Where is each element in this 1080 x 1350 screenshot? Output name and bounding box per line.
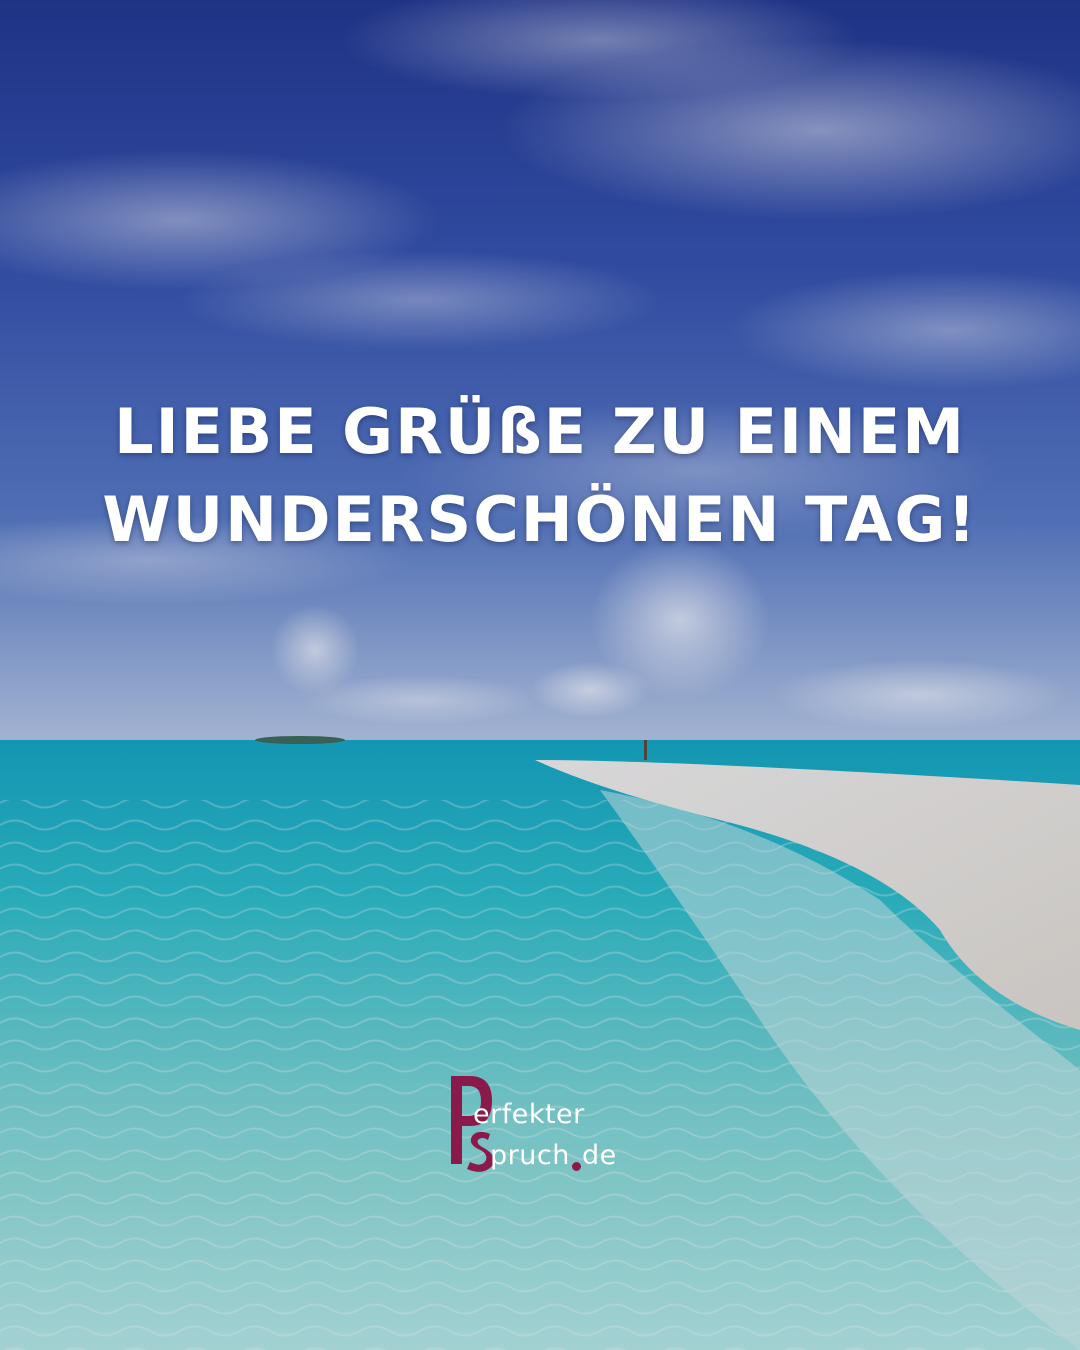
logo-text-domain: de — [582, 1140, 617, 1171]
quote-line-1: LIEBE GRÜßE ZU EINEM — [114, 395, 966, 468]
perfekterspruch-logo: erfekter pruch de — [448, 1074, 648, 1174]
logo-text-spruch: pruch — [490, 1140, 570, 1171]
logo-text-perfekter: erfekter — [473, 1099, 585, 1130]
logo-dot — [572, 1162, 581, 1171]
quote-line-2: WUNDERSCHÖNEN TAG! — [102, 483, 978, 556]
beach-scene: LIEBE GRÜßE ZU EINEM WUNDERSCHÖNEN TAG! … — [0, 0, 1080, 1350]
quote-text: LIEBE GRÜßE ZU EINEM WUNDERSCHÖNEN TAG! — [0, 388, 1080, 564]
